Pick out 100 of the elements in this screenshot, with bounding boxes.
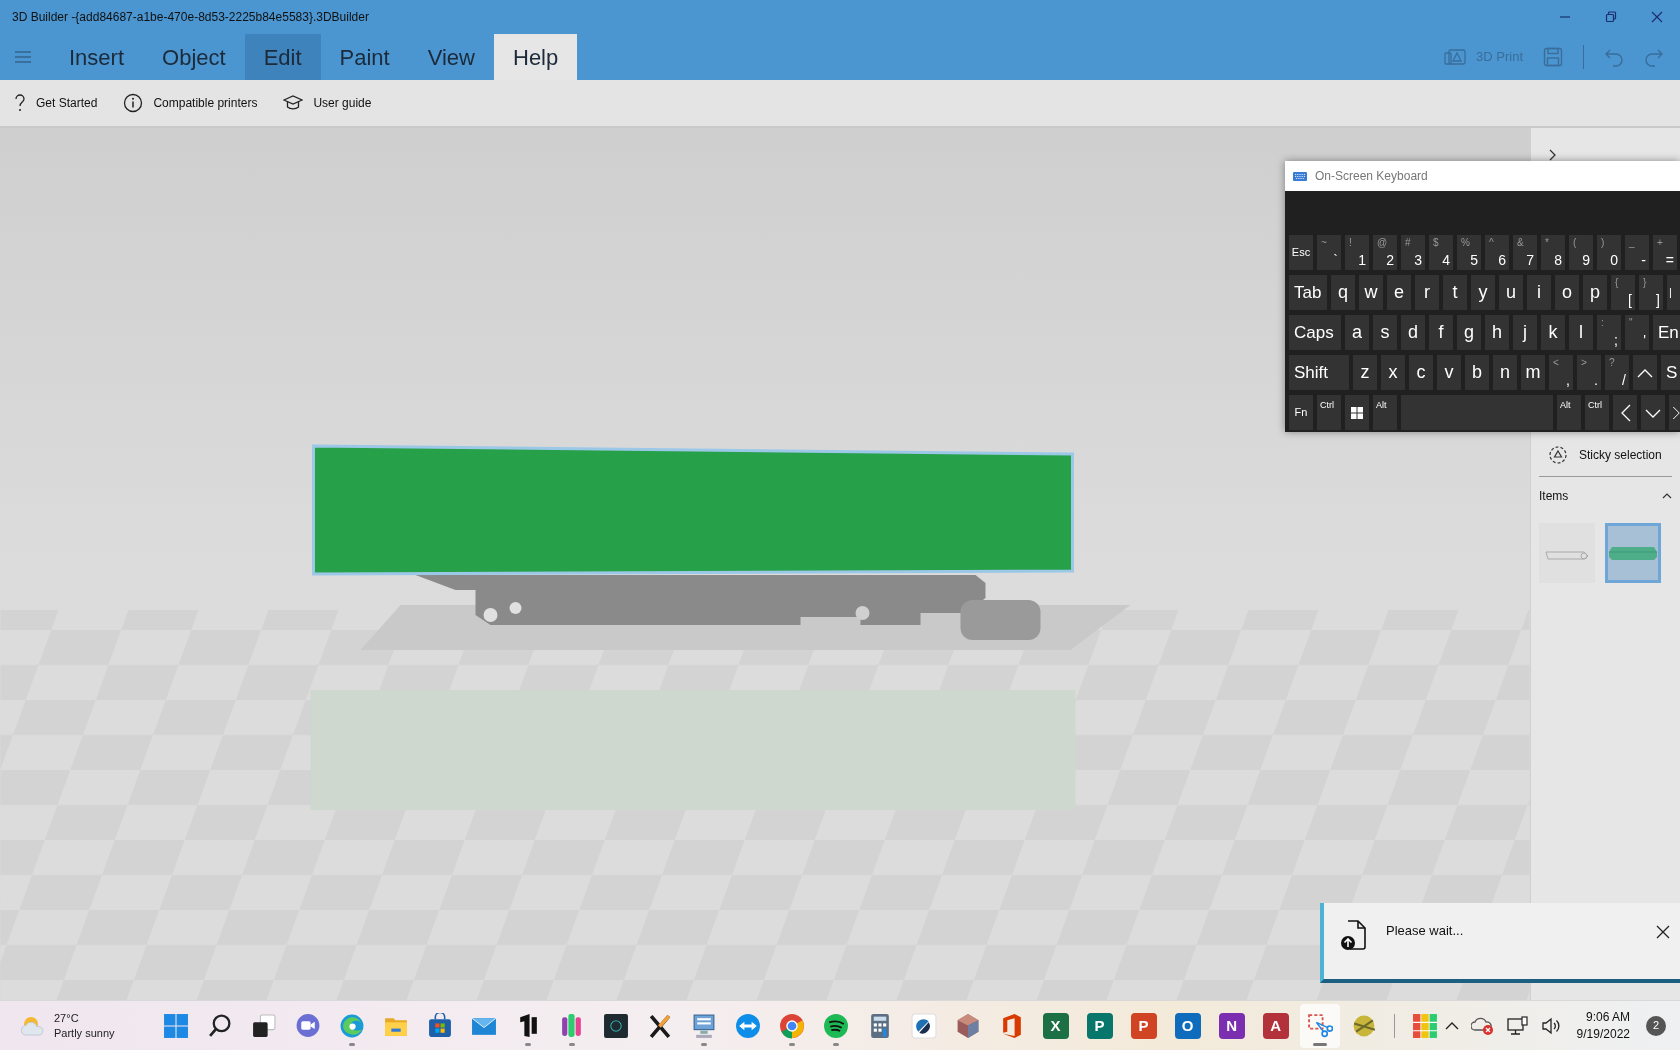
- keyboard-key[interactable]: w: [1359, 275, 1383, 310]
- keyboard-key[interactable]: m: [1521, 355, 1545, 390]
- app-letter-tile[interactable]: O: [1174, 1012, 1201, 1039]
- menu-tab[interactable]: Paint: [320, 34, 409, 80]
- keyboard-key[interactable]: p: [1583, 275, 1607, 310]
- keyboard-key[interactable]: & 7: [1513, 235, 1537, 270]
- keyboard-key[interactable]: c: [1409, 355, 1433, 390]
- keyboard-key[interactable]: : ;: [1597, 315, 1621, 350]
- keyboard-key[interactable]: e: [1387, 275, 1411, 310]
- keyboard-key[interactable]: r: [1415, 275, 1439, 310]
- keyboard-key[interactable]: x: [1381, 355, 1405, 390]
- app-letter-tile[interactable]: X: [1042, 1012, 1069, 1039]
- collapse-button[interactable]: [1662, 493, 1672, 499]
- app-letter-tile[interactable]: N: [1218, 1012, 1245, 1039]
- box-model[interactable]: [312, 444, 1074, 576]
- keyboard-key[interactable]: { [: [1611, 275, 1635, 310]
- keyboard-key[interactable]: k: [1541, 315, 1565, 350]
- keyboard-key[interactable]: Esc: [1289, 235, 1313, 270]
- keyboard-key[interactable]: Tab: [1289, 275, 1327, 310]
- file-upload-icon: [1340, 919, 1368, 951]
- keyboard-key[interactable]: % 5: [1457, 235, 1481, 270]
- menu-tab[interactable]: Object: [143, 34, 245, 80]
- keyboard-key[interactable]: i: [1527, 275, 1551, 310]
- keyboard-key[interactable]: z: [1353, 355, 1377, 390]
- keyboard-key[interactable]: v: [1437, 355, 1461, 390]
- keyboard-key[interactable]: ~ `: [1317, 235, 1341, 270]
- keyboard-key[interactable]: # 3: [1401, 235, 1425, 270]
- toolbar-button[interactable]: Compatible printers: [121, 93, 260, 113]
- menu-tab[interactable]: Edit: [244, 34, 321, 80]
- cloud-error-icon[interactable]: [1470, 1015, 1495, 1036]
- save-icon: [1543, 47, 1563, 67]
- keyboard-key[interactable]: En: [1653, 315, 1680, 350]
- question-mark-icon: [14, 93, 26, 113]
- keyboard-key[interactable]: s: [1373, 315, 1397, 350]
- notification-count-badge[interactable]: 2: [1646, 1015, 1666, 1036]
- network-icon[interactable]: [1506, 1015, 1529, 1036]
- menu-tab[interactable]: View: [408, 34, 494, 80]
- keyboard-key[interactable]: > .: [1577, 355, 1601, 390]
- taskbar-app-button[interactable]: A: [1255, 1003, 1296, 1048]
- keyboard-key[interactable]: < ,: [1549, 355, 1573, 390]
- keyboard-key[interactable]: o: [1555, 275, 1579, 310]
- keyboard-key[interactable]: " ': [1625, 315, 1649, 350]
- taskbar-app-button[interactable]: P: [1079, 1003, 1120, 1048]
- keyboard-key[interactable]: g: [1457, 315, 1481, 350]
- keyboard-key[interactable]: Fn: [1289, 395, 1313, 430]
- menu-tab[interactable]: Help: [494, 34, 578, 80]
- keyboard-key[interactable]: l: [1569, 315, 1593, 350]
- taskbar-app-button[interactable]: O: [1167, 1003, 1208, 1048]
- taskbar-app-button[interactable]: P: [1123, 1003, 1164, 1048]
- taskbar-app-button[interactable]: N: [1211, 1003, 1252, 1048]
- app-letter-tile[interactable]: P: [1086, 1012, 1113, 1039]
- keyboard-key[interactable]: t: [1443, 275, 1467, 310]
- keyboard-key[interactable]: ) 0: [1597, 235, 1621, 270]
- keyboard-key[interactable]: + =: [1653, 235, 1677, 270]
- keyboard-key[interactable]: j: [1513, 315, 1537, 350]
- speaker-icon[interactable]: [1540, 1016, 1561, 1035]
- toolbar-button[interactable]: Get Started: [12, 93, 100, 113]
- toolbar-button[interactable]: User guide: [281, 94, 374, 112]
- keyboard-key[interactable]: q: [1331, 275, 1355, 310]
- keyboard-key[interactable]: Alt: [1557, 395, 1581, 430]
- keyboard-key[interactable]: * 8: [1541, 235, 1565, 270]
- keyboard-key[interactable]: |: [1667, 275, 1680, 310]
- chevron-right-icon: [1549, 148, 1557, 161]
- weather-text: Partly sunny: [54, 1025, 115, 1041]
- close-icon: [1656, 924, 1670, 939]
- chevron-up-icon[interactable]: [1444, 1020, 1459, 1031]
- item-thumbnail[interactable]: [1605, 523, 1661, 583]
- redo-icon: [1644, 47, 1664, 67]
- colored-grid-icon: [1411, 1012, 1438, 1039]
- keyboard-key[interactable]: $ 4: [1429, 235, 1453, 270]
- keyboard-key[interactable]: y: [1471, 275, 1495, 310]
- clock-button[interactable]: 9:06 AM 9/19/2022: [1572, 1009, 1634, 1042]
- keyboard-key[interactable]: a: [1345, 315, 1369, 350]
- keyboard-key[interactable]: S: [1661, 355, 1680, 390]
- sticky-selection-option[interactable]: Sticky selection: [1539, 446, 1672, 464]
- keyboard-key[interactable]: Ctrl: [1585, 395, 1609, 430]
- keyboard-key[interactable]: _ -: [1625, 235, 1649, 270]
- keyboard-key[interactable]: u: [1499, 275, 1523, 310]
- keyboard-key[interactable]: ( 9: [1569, 235, 1593, 270]
- keyboard-key[interactable]: Caps: [1289, 315, 1341, 350]
- app-letter-tile[interactable]: P: [1130, 1012, 1157, 1039]
- taskbar-app-button[interactable]: X: [1035, 1003, 1076, 1048]
- keyboard-key[interactable]: ^ 6: [1485, 235, 1509, 270]
- keyboard-key[interactable]: } ]: [1639, 275, 1663, 310]
- app-letter-tile[interactable]: A: [1262, 1012, 1289, 1039]
- keyboard-key[interactable]: d: [1401, 315, 1425, 350]
- menu-tab[interactable]: Insert: [50, 34, 144, 80]
- keyboard-key[interactable]: Shift: [1289, 355, 1349, 390]
- keyboard-key[interactable]: Alt: [1373, 395, 1397, 430]
- keyboard-key[interactable]: [1345, 395, 1369, 430]
- keyboard-key[interactable]: b: [1465, 355, 1489, 390]
- keyboard-key[interactable]: @ 2: [1373, 235, 1397, 270]
- keyboard-key[interactable]: Ctrl: [1317, 395, 1341, 430]
- item-thumbnail[interactable]: [1539, 523, 1595, 583]
- keyboard-key[interactable]: n: [1493, 355, 1517, 390]
- keyboard-key[interactable]: ! 1: [1345, 235, 1369, 270]
- keyboard-key[interactable]: h: [1485, 315, 1509, 350]
- keyboard-key[interactable]: f: [1429, 315, 1453, 350]
- keyboard-key[interactable]: [1669, 395, 1680, 430]
- keyboard-key[interactable]: ? /: [1605, 355, 1629, 390]
